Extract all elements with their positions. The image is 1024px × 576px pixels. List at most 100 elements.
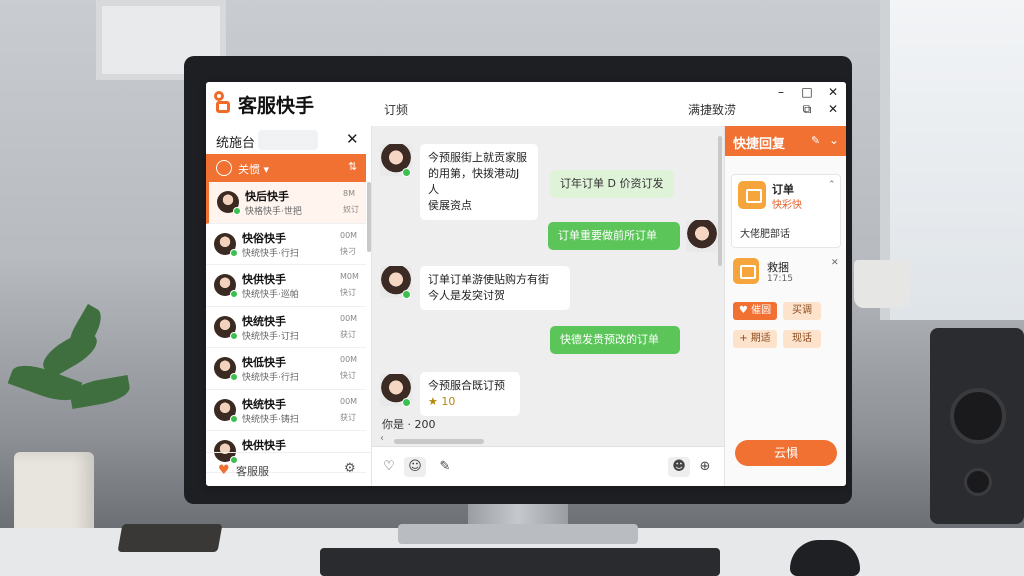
quick-reply-header: 快捷回复 ✎ ⌄: [725, 126, 846, 156]
filter-label[interactable]: 关惯 ▾: [238, 161, 269, 177]
settings-icon[interactable]: ⚙: [344, 461, 356, 476]
search-label: 统施台: [216, 136, 256, 151]
restore-icon[interactable]: ⧉: [800, 102, 814, 117]
message-in: 今预服街上就贡家服 的用第，快拨港动J人 侯展资点: [420, 144, 538, 220]
timestamp: 00M: [340, 396, 358, 406]
send-button[interactable]: 云惧: [735, 440, 837, 466]
header-right-label[interactable]: 满捷致涝: [688, 101, 736, 118]
message-preview: 快统快手·订扫: [242, 331, 299, 342]
online-dot: [230, 373, 238, 381]
message-line: 侯展资点: [428, 199, 472, 212]
order-card[interactable]: 订单 快彩快 ⌃ 大佬肥部话: [731, 174, 841, 248]
close-window-icon[interactable]: ✕: [826, 85, 840, 99]
online-dot: [230, 331, 238, 340]
tag-chip[interactable]: 买调: [783, 302, 821, 320]
chevron-down-icon[interactable]: ⌄: [829, 133, 839, 147]
plant-left: [0, 300, 150, 460]
avatar: [380, 144, 412, 177]
smartphone: [117, 524, 223, 552]
horizontal-scrollbar[interactable]: ‹: [380, 433, 720, 446]
reply-card[interactable]: 救捆 17:15 ✕: [731, 256, 841, 292]
agent-avatar: [686, 220, 718, 252]
status-badge: 快订: [340, 371, 356, 380]
sidebar-footer: ♥ 客服服 ⚙: [206, 452, 372, 486]
edit-icon[interactable]: ✎: [434, 457, 456, 477]
header-tab[interactable]: 订频: [384, 101, 408, 118]
like-icon[interactable]: ♡: [378, 457, 400, 477]
typing-status: 你是 · 200: [382, 418, 436, 431]
contact-name: 快供快手: [242, 273, 286, 286]
filter-bar[interactable]: 关惯 ▾ ⇅: [206, 154, 366, 182]
sort-icon[interactable]: ⇅: [348, 160, 357, 173]
footer-label[interactable]: 客服服: [236, 463, 269, 479]
message-out: 快德发贵预改的订单: [550, 326, 680, 354]
message-out: 订单重要做前所订单: [548, 222, 680, 250]
quick-reply-title: 快捷回复: [733, 137, 786, 152]
monitor-base: [398, 524, 638, 544]
list-item[interactable]: 快统快手 快统快手·订扫 00M 获订: [206, 307, 366, 348]
conversation-sidebar: 统施台 ✕ 关惯 ▾ ⇅ 快后快手 快格快手·世把 8M 奴订 快俗快手 快统快…: [206, 126, 372, 486]
chat-panel: 今预服街上就贡家服 的用第，快拨港动J人 侯展资点 订年订单 D 价资订发 订单…: [372, 126, 724, 486]
list-item[interactable]: 快俗快手 快统快手·行扫 00M 快刁: [206, 224, 366, 265]
contact-name: 快统快手: [242, 397, 286, 411]
message-line: 今预服街上就贡家服: [428, 151, 527, 164]
status-badge: 奴订: [343, 205, 359, 214]
card-title: 救捆: [767, 261, 789, 274]
card-detail[interactable]: 大佬肥部话: [740, 225, 790, 240]
tag-chip[interactable]: 现话: [783, 330, 821, 348]
maximize-icon[interactable]: □: [800, 85, 814, 99]
message-line: 订年订单 D 价资订发: [560, 177, 664, 190]
tag-chip[interactable]: ♥ 催圆: [733, 302, 777, 320]
sticker-icon[interactable]: ☻: [668, 457, 690, 477]
list-item[interactable]: 快供快手 快统快手·巡帕 M0M 快订: [206, 265, 366, 307]
speaker: [930, 328, 1024, 524]
input-toolbar: ♡ ☺ ✎ ☻ ⊕: [372, 446, 724, 486]
edit-icon[interactable]: ✎: [811, 134, 820, 147]
sidebar-scrollbar[interactable]: [367, 182, 371, 252]
timestamp: M0M: [340, 272, 359, 281]
online-dot: [230, 248, 238, 257]
close-icon[interactable]: ✕: [831, 258, 839, 268]
message-preview: 快统快手·行扫: [242, 373, 299, 383]
message-in: 订单订单游使贴购方有街 今人是发突讨贺: [420, 266, 570, 310]
avatar: [380, 266, 412, 299]
message-line: 订单重要做前所订单: [558, 229, 657, 242]
search-input[interactable]: [258, 130, 318, 150]
message-preview: 快统快手·行扫: [242, 248, 299, 259]
online-dot: [230, 414, 238, 423]
message-line: 订单订单游使贴购方有街: [428, 273, 549, 286]
order-icon: [738, 181, 766, 209]
list-item[interactable]: 快后快手 快格快手·世把 8M 奴订: [206, 182, 366, 224]
app-window: 客服快手 订频 满捷致涝 – □ ✕ ⧉ ✕ 统施台 ✕ 关惯 ▾ ⇅ 快后快手…: [206, 82, 846, 486]
message-line: 今人是发突讨贺: [428, 289, 505, 302]
list-item[interactable]: 快统快手 快统快手·铸扫 00M 获订: [206, 390, 366, 431]
close-icon[interactable]: ✕: [346, 130, 359, 148]
timestamp: 00M: [340, 355, 358, 364]
message-preview: 快统快手·巡帕: [242, 290, 299, 300]
chat-scrollbar[interactable]: [718, 126, 723, 426]
chevron-up-icon[interactable]: ⌃: [828, 180, 836, 190]
message-preview: 快统快手·铸扫: [242, 414, 299, 425]
card-title: 订单: [772, 183, 794, 196]
heart-icon: ♥: [218, 463, 230, 478]
close-panel-icon[interactable]: ✕: [826, 102, 840, 116]
contact-name: 快统快手: [242, 314, 286, 328]
scroll-left-icon[interactable]: ‹: [380, 433, 384, 444]
status-badge: 快订: [340, 288, 356, 297]
more-icon[interactable]: ⊕: [694, 457, 716, 477]
status-badge: 快刁: [340, 246, 356, 256]
minimize-icon[interactable]: –: [774, 85, 788, 99]
message-line: 今预服合既订预: [428, 379, 505, 392]
filter-icon: [216, 160, 232, 176]
online-dot: [233, 207, 241, 215]
emoji-icon[interactable]: ☺: [404, 457, 426, 477]
contact-name: 快俗快手: [242, 231, 286, 245]
tag-chip[interactable]: + 期适: [733, 330, 777, 348]
card-time: 17:15: [767, 274, 793, 284]
avatar: [380, 374, 412, 407]
contact-name: 快低快手: [242, 356, 286, 369]
message-out-pending: 订年订单 D 价资订发: [550, 170, 674, 198]
contact-name: 快供快手: [242, 439, 286, 452]
list-item[interactable]: 快低快手 快统快手·行扫 00M 快订: [206, 348, 366, 390]
app-logo-icon: [214, 91, 236, 113]
